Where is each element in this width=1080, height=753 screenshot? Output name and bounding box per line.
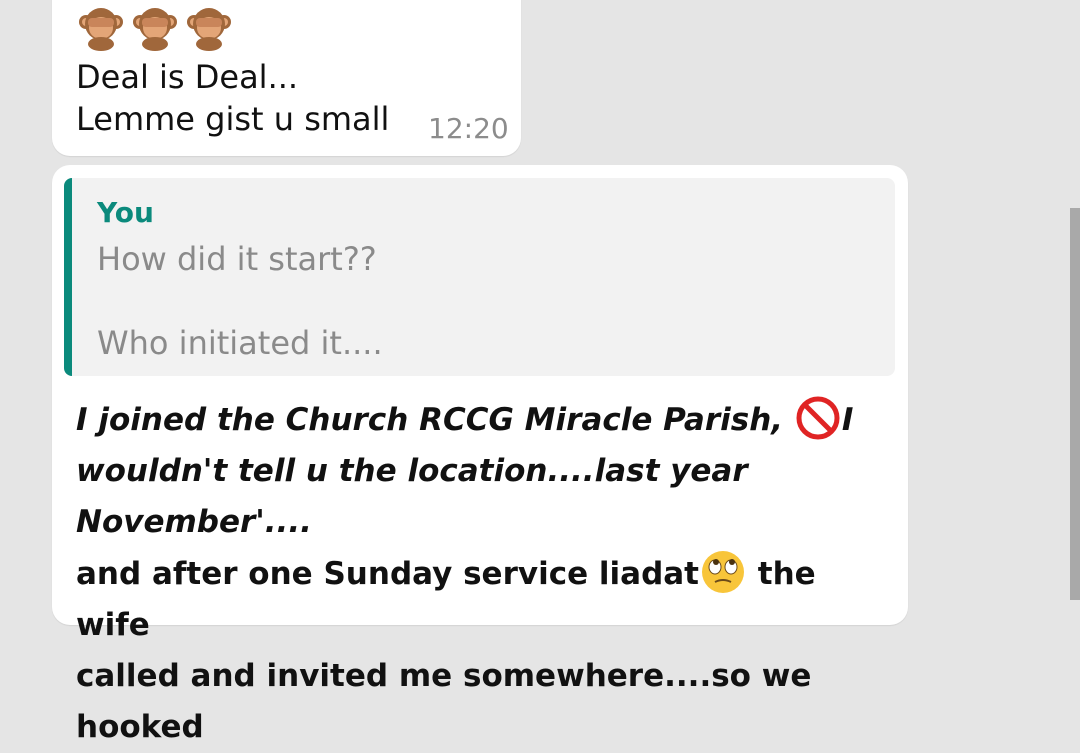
text-segment: wouldn't tell u the location....last yea… [76,453,748,540]
eye-roll-face-icon [699,548,747,596]
prohibited-icon [794,394,842,442]
text-segment: and after one Sunday service liadat [76,556,699,592]
see-no-evil-monkey-icon [130,2,180,52]
message-text: Deal is Deal... [76,58,299,96]
message-text: I joined the Church RCCG Miracle Parish,… [76,394,876,753]
text-segment: I joined the Church RCCG Miracle Parish, [76,402,794,438]
see-no-evil-monkey-icon [184,2,234,52]
quoted-reply[interactable]: You How did it start?? Who initiated it.… [64,178,895,376]
message-text: Lemme gist u small [76,100,390,138]
text-segment: called and invited me somewhere....so we… [76,658,812,745]
quote-accent-bar [64,178,72,376]
see-no-evil-monkey-icon [76,2,126,52]
text-segment: I [841,402,854,438]
emoji-row [76,2,234,52]
scrollbar[interactable] [1070,208,1080,600]
quote-text: Who initiated it.... [97,324,383,362]
quote-author: You [97,196,154,229]
quote-text: How did it start?? [97,240,377,278]
message-timestamp: 12:20 [428,112,509,145]
